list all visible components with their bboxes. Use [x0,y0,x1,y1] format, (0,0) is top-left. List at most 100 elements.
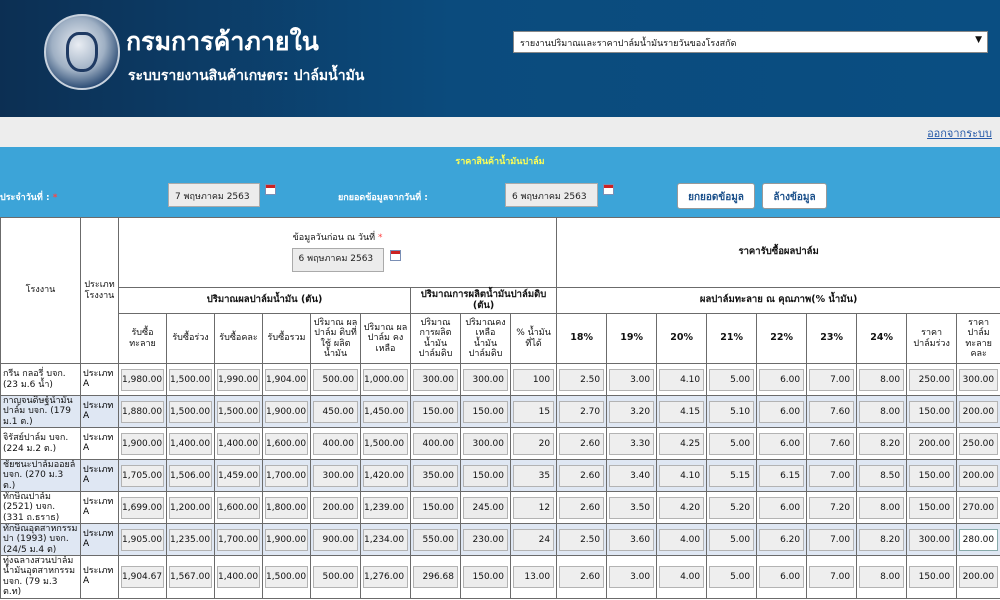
value-input[interactable]: 230.00 [463,528,508,551]
value-input[interactable]: 400.00 [413,432,458,455]
value-input[interactable]: 5.00 [709,432,755,455]
value-input[interactable]: 1,600.00 [217,496,260,519]
value-input[interactable]: 450.00 [313,400,358,423]
value-input[interactable]: 200.00 [959,400,999,423]
value-input[interactable]: 4.10 [659,368,705,391]
value-input[interactable]: 1,900.00 [265,400,308,423]
value-input[interactable]: 200.00 [313,496,358,519]
value-input[interactable]: 245.00 [463,496,508,519]
value-input[interactable]: 1,234.00 [363,528,408,551]
value-input[interactable]: 1,500.00 [169,368,212,391]
value-input[interactable]: 1,700.00 [217,528,260,551]
value-input[interactable]: 300.00 [313,464,358,487]
value-input[interactable]: 150.00 [909,496,955,519]
value-input[interactable]: 4.20 [659,496,705,519]
value-input[interactable]: 296.68 [413,565,458,588]
value-input[interactable]: 150.00 [909,565,955,588]
value-input[interactable]: 8.00 [859,368,905,391]
value-input[interactable]: 300.00 [463,432,508,455]
value-input[interactable]: 1,500.00 [169,400,212,423]
value-input[interactable]: 1,880.00 [121,400,164,423]
value-input[interactable]: 6.00 [759,368,805,391]
value-input[interactable]: 7.60 [809,400,855,423]
logout-link[interactable]: ออกจากระบบ [927,124,992,142]
value-input[interactable]: 1,600.00 [265,432,308,455]
value-input[interactable]: 300.00 [463,368,508,391]
value-input[interactable]: 1,400.00 [217,565,260,588]
value-input[interactable]: 3.00 [609,368,655,391]
value-input[interactable]: 1,400.00 [169,432,212,455]
value-input[interactable]: 270.00 [959,496,999,519]
value-input[interactable]: 13.00 [513,565,555,588]
value-input[interactable]: 12 [513,496,555,519]
carry-date-input[interactable]: 6 พฤษภาคม 2563 [505,183,598,207]
value-input[interactable]: 1,700.00 [265,464,308,487]
value-input[interactable]: 1,800.00 [265,496,308,519]
value-input[interactable]: 900.00 [313,528,358,551]
value-input[interactable]: 7.00 [809,368,855,391]
value-input[interactable]: 7.20 [809,496,855,519]
value-input[interactable]: 4.00 [659,528,705,551]
value-input[interactable]: 200.00 [959,565,999,588]
value-input[interactable]: 1,500.00 [363,432,408,455]
value-input[interactable]: 150.00 [413,400,458,423]
value-input[interactable]: 1,459.00 [217,464,260,487]
value-input[interactable]: 150.00 [413,496,458,519]
value-input[interactable]: 200.00 [909,432,955,455]
value-input[interactable]: 7.00 [809,464,855,487]
value-input[interactable]: 5.00 [709,565,755,588]
clear-button[interactable]: ล้างข้อมูล [762,183,827,209]
value-input[interactable]: 8.00 [859,496,905,519]
value-input[interactable]: 5.15 [709,464,755,487]
value-input[interactable]: 3.20 [609,400,655,423]
value-input[interactable]: 3.50 [609,496,655,519]
value-input[interactable]: 7.60 [809,432,855,455]
value-input[interactable]: 15 [513,400,555,423]
value-input[interactable]: 2.50 [559,528,605,551]
value-input[interactable]: 250.00 [909,368,955,391]
value-input[interactable]: 300.00 [909,528,955,551]
value-input[interactable]: 35 [513,464,555,487]
value-input[interactable]: 6.15 [759,464,805,487]
value-input[interactable]: 8.50 [859,464,905,487]
value-input[interactable]: 1,239.00 [363,496,408,519]
value-input[interactable]: 4.10 [659,464,705,487]
value-input[interactable]: 3.30 [609,432,655,455]
value-input[interactable]: 5.00 [709,528,755,551]
value-input[interactable]: 4.25 [659,432,705,455]
value-input[interactable]: 1,699.00 [121,496,164,519]
value-input[interactable]: 1,000.00 [363,368,408,391]
value-input[interactable]: 350.00 [413,464,458,487]
date-input[interactable]: 7 พฤษภาคม 2563 [168,183,260,207]
carry-button[interactable]: ยกยอดข้อมูล [677,183,755,209]
value-input[interactable]: 5.10 [709,400,755,423]
value-input[interactable]: 6.20 [759,528,805,551]
value-input[interactable]: 200.00 [959,464,999,487]
value-input[interactable]: 20 [513,432,555,455]
value-input[interactable]: 1,904.67 [121,565,164,588]
value-input[interactable]: 2.60 [559,565,605,588]
calendar-icon[interactable] [603,184,614,195]
value-input[interactable]: 2.60 [559,464,605,487]
value-input[interactable]: 5.20 [709,496,755,519]
value-input[interactable]: 1,500.00 [265,565,308,588]
value-input[interactable]: 1,506.00 [169,464,212,487]
value-input[interactable]: 1,200.00 [169,496,212,519]
value-input[interactable]: 150.00 [909,464,955,487]
value-input[interactable]: 2.60 [559,496,605,519]
value-input[interactable]: 3.60 [609,528,655,551]
value-input[interactable]: 3.00 [609,565,655,588]
value-input[interactable]: 400.00 [313,432,358,455]
value-input[interactable]: 8.00 [859,400,905,423]
value-input[interactable]: 250.00 [959,432,999,455]
value-input[interactable]: 300.00 [413,368,458,391]
value-input[interactable]: 8.00 [859,565,905,588]
calendar-icon[interactable] [389,249,401,261]
value-input[interactable]: 4.00 [659,565,705,588]
value-input[interactable]: 300.00 [959,368,999,391]
value-input[interactable]: 1,500.00 [217,400,260,423]
value-input[interactable]: 4.15 [659,400,705,423]
value-input[interactable]: 1,980.00 [121,368,164,391]
value-input[interactable]: 1,420.00 [363,464,408,487]
value-input[interactable]: 150.00 [909,400,955,423]
